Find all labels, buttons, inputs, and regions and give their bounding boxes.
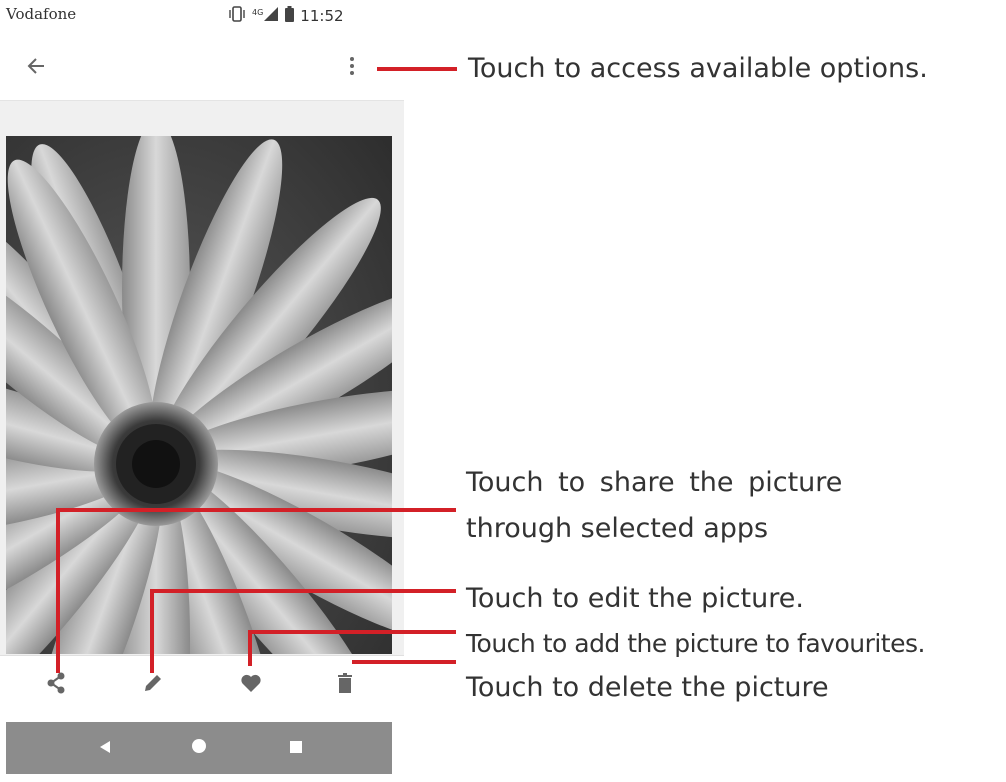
favourite-callout-line-v	[248, 630, 252, 666]
more-options-button[interactable]	[340, 52, 364, 84]
flower-image	[6, 136, 392, 654]
system-nav-bar	[6, 722, 392, 774]
delete-annotation: Touch to delete the picture	[466, 672, 829, 703]
favourite-button[interactable]	[234, 668, 268, 702]
app-bar	[0, 36, 404, 101]
nav-back-button[interactable]	[89, 732, 121, 764]
arrow-back-icon	[27, 58, 45, 78]
nav-home-circle-icon	[191, 738, 207, 758]
share-icon	[46, 672, 66, 698]
favourite-callout-line-h	[248, 630, 456, 634]
status-icons: 4G 11:52	[228, 6, 344, 26]
photo-action-bar	[0, 655, 404, 714]
status-bar: Vodafone 4G 11:52	[0, 0, 404, 36]
options-callout-line	[377, 67, 457, 71]
edit-annotation: Touch to edit the picture.	[466, 583, 804, 614]
phone-screen: Vodafone 4G 11:52	[0, 0, 404, 782]
delete-callout-line	[352, 660, 456, 664]
trash-icon	[337, 673, 353, 697]
pencil-icon	[143, 673, 163, 697]
clock: 11:52	[300, 7, 344, 25]
network-type: 4G	[252, 7, 264, 17]
edit-callout-line-v	[150, 589, 154, 673]
nav-recents-button[interactable]	[280, 732, 312, 764]
share-button[interactable]	[39, 668, 73, 702]
options-annotation: Touch to access available options.	[468, 53, 928, 84]
edit-callout-line-h	[150, 589, 456, 593]
carrier-name: Vodafone	[6, 5, 77, 23]
share-callout-line-h	[56, 508, 456, 512]
vibrate-icon	[228, 6, 246, 26]
flower-photo[interactable]	[6, 136, 392, 654]
more-vertical-icon	[349, 56, 355, 80]
nav-home-button[interactable]	[183, 732, 215, 764]
battery-icon	[285, 6, 295, 26]
edit-button[interactable]	[136, 668, 170, 702]
heart-icon	[240, 673, 262, 697]
share-annotation-line2: through selected apps	[466, 513, 769, 544]
nav-back-triangle-icon	[99, 739, 111, 758]
nav-recents-square-icon	[289, 739, 303, 758]
delete-button[interactable]	[328, 668, 362, 702]
favourite-annotation: Touch to add the picture to favourites.	[466, 629, 925, 658]
back-button[interactable]	[20, 52, 52, 84]
share-callout-line-v	[56, 508, 60, 673]
share-annotation-line1: Touch to share the picture	[466, 467, 843, 498]
signal-icon	[263, 6, 279, 26]
